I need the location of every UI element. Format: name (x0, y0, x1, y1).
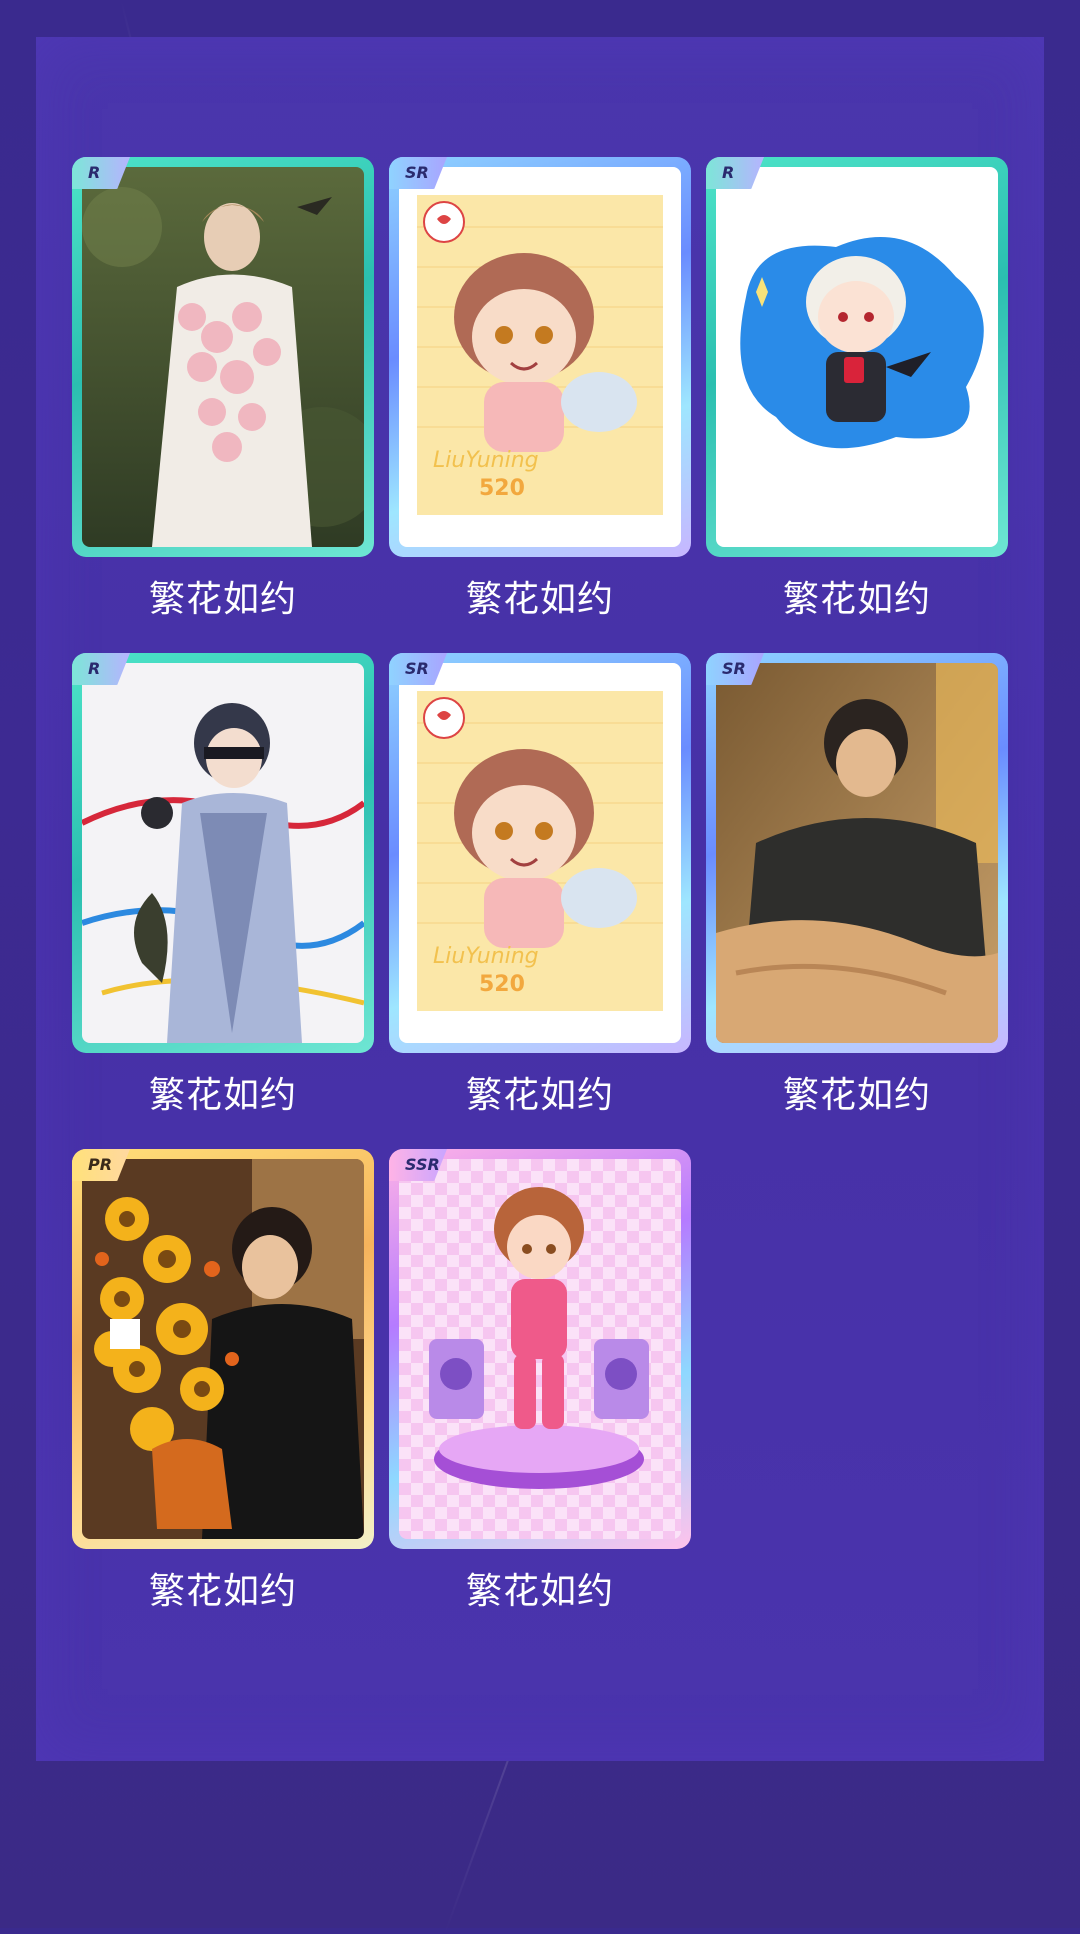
card-item[interactable]: PR 繁花如约 (72, 1149, 374, 1619)
card-item[interactable]: LiuYuning 520 SR 繁花如约 (389, 157, 691, 627)
card-frame[interactable]: SSR (389, 1149, 691, 1549)
card-item[interactable]: R 繁花如约 (706, 157, 1008, 627)
svg-text:520: 520 (479, 972, 525, 997)
card-frame[interactable]: SR (706, 653, 1008, 1053)
armored-man-illustration (82, 663, 364, 1043)
card-artwork (82, 1159, 364, 1539)
card-title: 繁花如约 (782, 1075, 931, 1116)
card-frame[interactable]: PR (72, 1149, 374, 1549)
chibi-illustration: LiuYuning 520 (399, 663, 681, 1043)
card-frame[interactable]: LiuYuning 520 SR (389, 653, 691, 1053)
chibi-illustration: LiuYuning 520 (399, 167, 681, 547)
card-artwork (716, 663, 998, 1043)
svg-text:520: 520 (479, 476, 525, 501)
card-title: 繁花如约 (465, 1075, 614, 1116)
card-title: 繁花如约 (148, 1075, 297, 1116)
painting-man-flowers (82, 167, 364, 547)
card-artwork: LiuYuning 520 (399, 663, 681, 1043)
card-artwork (82, 663, 364, 1043)
card-frame[interactable]: R (706, 157, 1008, 557)
card-frame[interactable]: LiuYuning 520 SR (389, 157, 691, 557)
painting-sunflower-bouquet (82, 1159, 364, 1539)
card-title: 繁花如约 (782, 579, 931, 620)
card-title: 繁花如约 (148, 1571, 297, 1612)
card-title: 繁花如约 (465, 579, 614, 620)
card-item[interactable]: SR 繁花如约 (706, 653, 1008, 1123)
card-item[interactable]: R 繁花如约 (72, 653, 374, 1123)
card-title: 繁花如约 (465, 1571, 614, 1612)
svg-text:LiuYuning: LiuYuning (433, 448, 539, 473)
card-frame[interactable]: R (72, 653, 374, 1053)
card-item[interactable]: LiuYuning 520 SR 繁花如约 (389, 653, 691, 1123)
card-frame[interactable]: R (72, 157, 374, 557)
painting-man-in-bed (716, 663, 998, 1043)
chibi-white-hair-illustration (716, 167, 998, 547)
card-title: 繁花如约 (148, 579, 297, 620)
card-item[interactable]: R 繁花如约 (72, 157, 374, 627)
svg-text:LiuYuning: LiuYuning (433, 944, 539, 969)
card-item[interactable]: SSR 繁花如约 (389, 1149, 691, 1619)
card-artwork: LiuYuning 520 (399, 167, 681, 547)
card-artwork (399, 1159, 681, 1539)
card-artwork (82, 167, 364, 547)
card-artwork (716, 167, 998, 547)
chibi-stage-illustration (399, 1159, 681, 1539)
